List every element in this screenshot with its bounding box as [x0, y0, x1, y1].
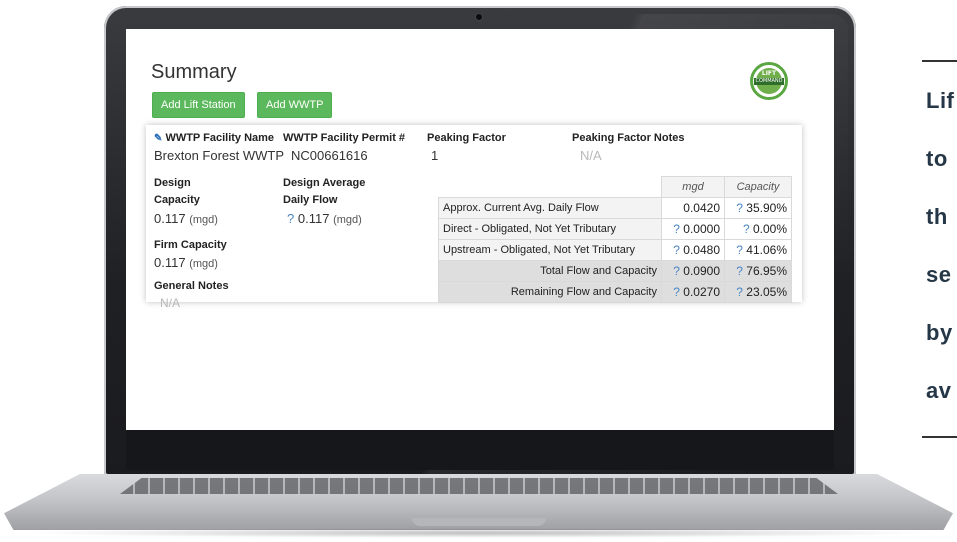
- table-header-mgd: mgd: [661, 176, 725, 198]
- row-capacity: ? 35.90%: [724, 197, 792, 219]
- permit-label: WWTP Facility Permit #: [283, 132, 406, 144]
- row-capacity: ? 0.00%: [724, 218, 792, 240]
- wwtp-summary-card: ✎ WWTP Facility Name Brexton Forest WWTP…: [146, 125, 802, 310]
- row-capacity-value: 23.05%: [746, 285, 787, 299]
- flow-capacity-table: mgd Capacity Approx. Current Avg. Daily …: [438, 176, 792, 303]
- pencil-edit-icon[interactable]: ✎: [154, 133, 162, 144]
- help-icon[interactable]: ?: [673, 243, 680, 257]
- laptop-shadow: [20, 528, 937, 538]
- design-avg-value: ? 0.117 (mgd): [287, 211, 362, 226]
- row-mgd-value: 0.0270: [683, 285, 720, 299]
- row-mgd: ? 0.0270: [661, 281, 725, 303]
- peaking-notes-value: N/A: [580, 148, 602, 163]
- table-header-blank: [438, 176, 662, 198]
- row-mgd-value: 0.0900: [683, 264, 720, 278]
- row-label: Remaining Flow and Capacity: [438, 281, 662, 303]
- help-icon[interactable]: ?: [736, 243, 743, 257]
- facility-name-label-text: WWTP Facility Name: [165, 132, 275, 144]
- row-capacity: ? 41.06%: [724, 239, 792, 261]
- row-capacity: ? 23.05%: [724, 281, 792, 303]
- table-row-total: Total Flow and Capacity ? 0.0900 ? 76.95…: [438, 260, 792, 282]
- row-mgd: ? 0.0480: [661, 239, 725, 261]
- help-icon[interactable]: ?: [736, 285, 743, 299]
- row-label: Upstream - Obligated, Not Yet Tributary: [438, 239, 662, 261]
- row-capacity-value: 0.00%: [752, 222, 787, 236]
- help-icon[interactable]: ?: [743, 222, 750, 236]
- side-text-line: th: [926, 204, 948, 229]
- design-avg-unit: (mgd): [333, 214, 362, 226]
- page-title: Summary: [151, 61, 237, 83]
- firm-capacity-unit: (mgd): [189, 258, 218, 270]
- design-capacity-label-line2: Capacity: [154, 194, 200, 206]
- divider-top: [922, 60, 957, 62]
- design-capacity-number: 0.117: [154, 211, 186, 226]
- row-mgd-value: 0.0420: [683, 201, 720, 215]
- screen-bezel: [126, 430, 834, 470]
- table-row: Upstream - Obligated, Not Yet Tributary …: [438, 239, 792, 261]
- row-label: Total Flow and Capacity: [438, 260, 662, 282]
- design-avg-number: 0.117: [297, 211, 330, 226]
- laptop-screen: Summary Add Lift Station Add WWTP LIFT C…: [126, 29, 834, 430]
- peaking-factor-value: 1: [431, 148, 439, 163]
- design-avg-label-line2: Daily Flow: [283, 194, 338, 206]
- row-mgd: 0.0420: [661, 197, 725, 219]
- side-text-line: av: [926, 378, 952, 403]
- general-notes-label: General Notes: [154, 280, 229, 292]
- row-capacity-value: 41.06%: [746, 243, 787, 257]
- permit-value: NC00661616: [291, 148, 368, 163]
- lift-command-logo: LIFT COMMAND: [750, 62, 788, 100]
- firm-capacity-number: 0.117: [154, 255, 186, 270]
- row-mgd: ? 0.0900: [661, 260, 725, 282]
- facility-name-label: ✎ WWTP Facility Name: [154, 132, 274, 144]
- table-header-capacity: Capacity: [724, 176, 792, 198]
- row-label: Direct - Obligated, Not Yet Tributary: [438, 218, 662, 240]
- design-capacity-value: 0.117 (mgd): [154, 211, 218, 226]
- side-text-line: Lif: [926, 88, 955, 113]
- general-notes-value: N/A: [160, 296, 181, 310]
- webcam-icon: [475, 13, 483, 21]
- table-row: Approx. Current Avg. Daily Flow 0.0420 ?…: [438, 197, 792, 219]
- help-icon[interactable]: ?: [736, 201, 743, 215]
- side-text-line: by: [926, 320, 953, 345]
- keyboard: [120, 478, 838, 494]
- row-mgd-value: 0.0000: [683, 222, 720, 236]
- facility-name-value: Brexton Forest WWTP: [154, 148, 285, 163]
- help-icon[interactable]: ?: [673, 285, 680, 299]
- divider-bottom: [922, 436, 957, 438]
- add-wwtp-button[interactable]: Add WWTP: [257, 92, 333, 118]
- logo-top-text: LIFT: [761, 70, 777, 77]
- firm-capacity-value: 0.117 (mgd): [154, 255, 218, 270]
- help-icon[interactable]: ?: [736, 264, 743, 278]
- design-capacity-unit: (mgd): [189, 214, 218, 226]
- row-mgd: ? 0.0000: [661, 218, 725, 240]
- help-icon[interactable]: ?: [287, 211, 294, 226]
- design-capacity-label-line1: Design: [154, 177, 191, 189]
- row-mgd-value: 0.0480: [683, 243, 720, 257]
- add-lift-station-button[interactable]: Add Lift Station: [152, 92, 245, 118]
- table-row: Direct - Obligated, Not Yet Tributary ? …: [438, 218, 792, 240]
- firm-capacity-label: Firm Capacity: [154, 239, 227, 251]
- side-text-line: se: [926, 262, 952, 287]
- row-capacity-value: 35.90%: [746, 201, 787, 215]
- row-capacity-value: 76.95%: [746, 264, 787, 278]
- side-text-line: to: [926, 146, 948, 171]
- row-capacity: ? 76.95%: [724, 260, 792, 282]
- peaking-notes-label: Peaking Factor Notes: [572, 132, 685, 144]
- row-label: Approx. Current Avg. Daily Flow: [438, 197, 662, 219]
- logo-band-text: COMMAND: [754, 78, 784, 85]
- peaking-factor-label: Peaking Factor: [427, 132, 506, 144]
- table-header-row: mgd Capacity: [438, 176, 792, 198]
- help-icon[interactable]: ?: [673, 222, 680, 236]
- lid-notch: [412, 518, 546, 526]
- help-icon[interactable]: ?: [673, 264, 680, 278]
- design-avg-label-line1: Design Average: [283, 177, 366, 189]
- table-row-remaining: Remaining Flow and Capacity ? 0.0270 ? 2…: [438, 281, 792, 303]
- summary-app: Summary Add Lift Station Add WWTP LIFT C…: [126, 29, 834, 430]
